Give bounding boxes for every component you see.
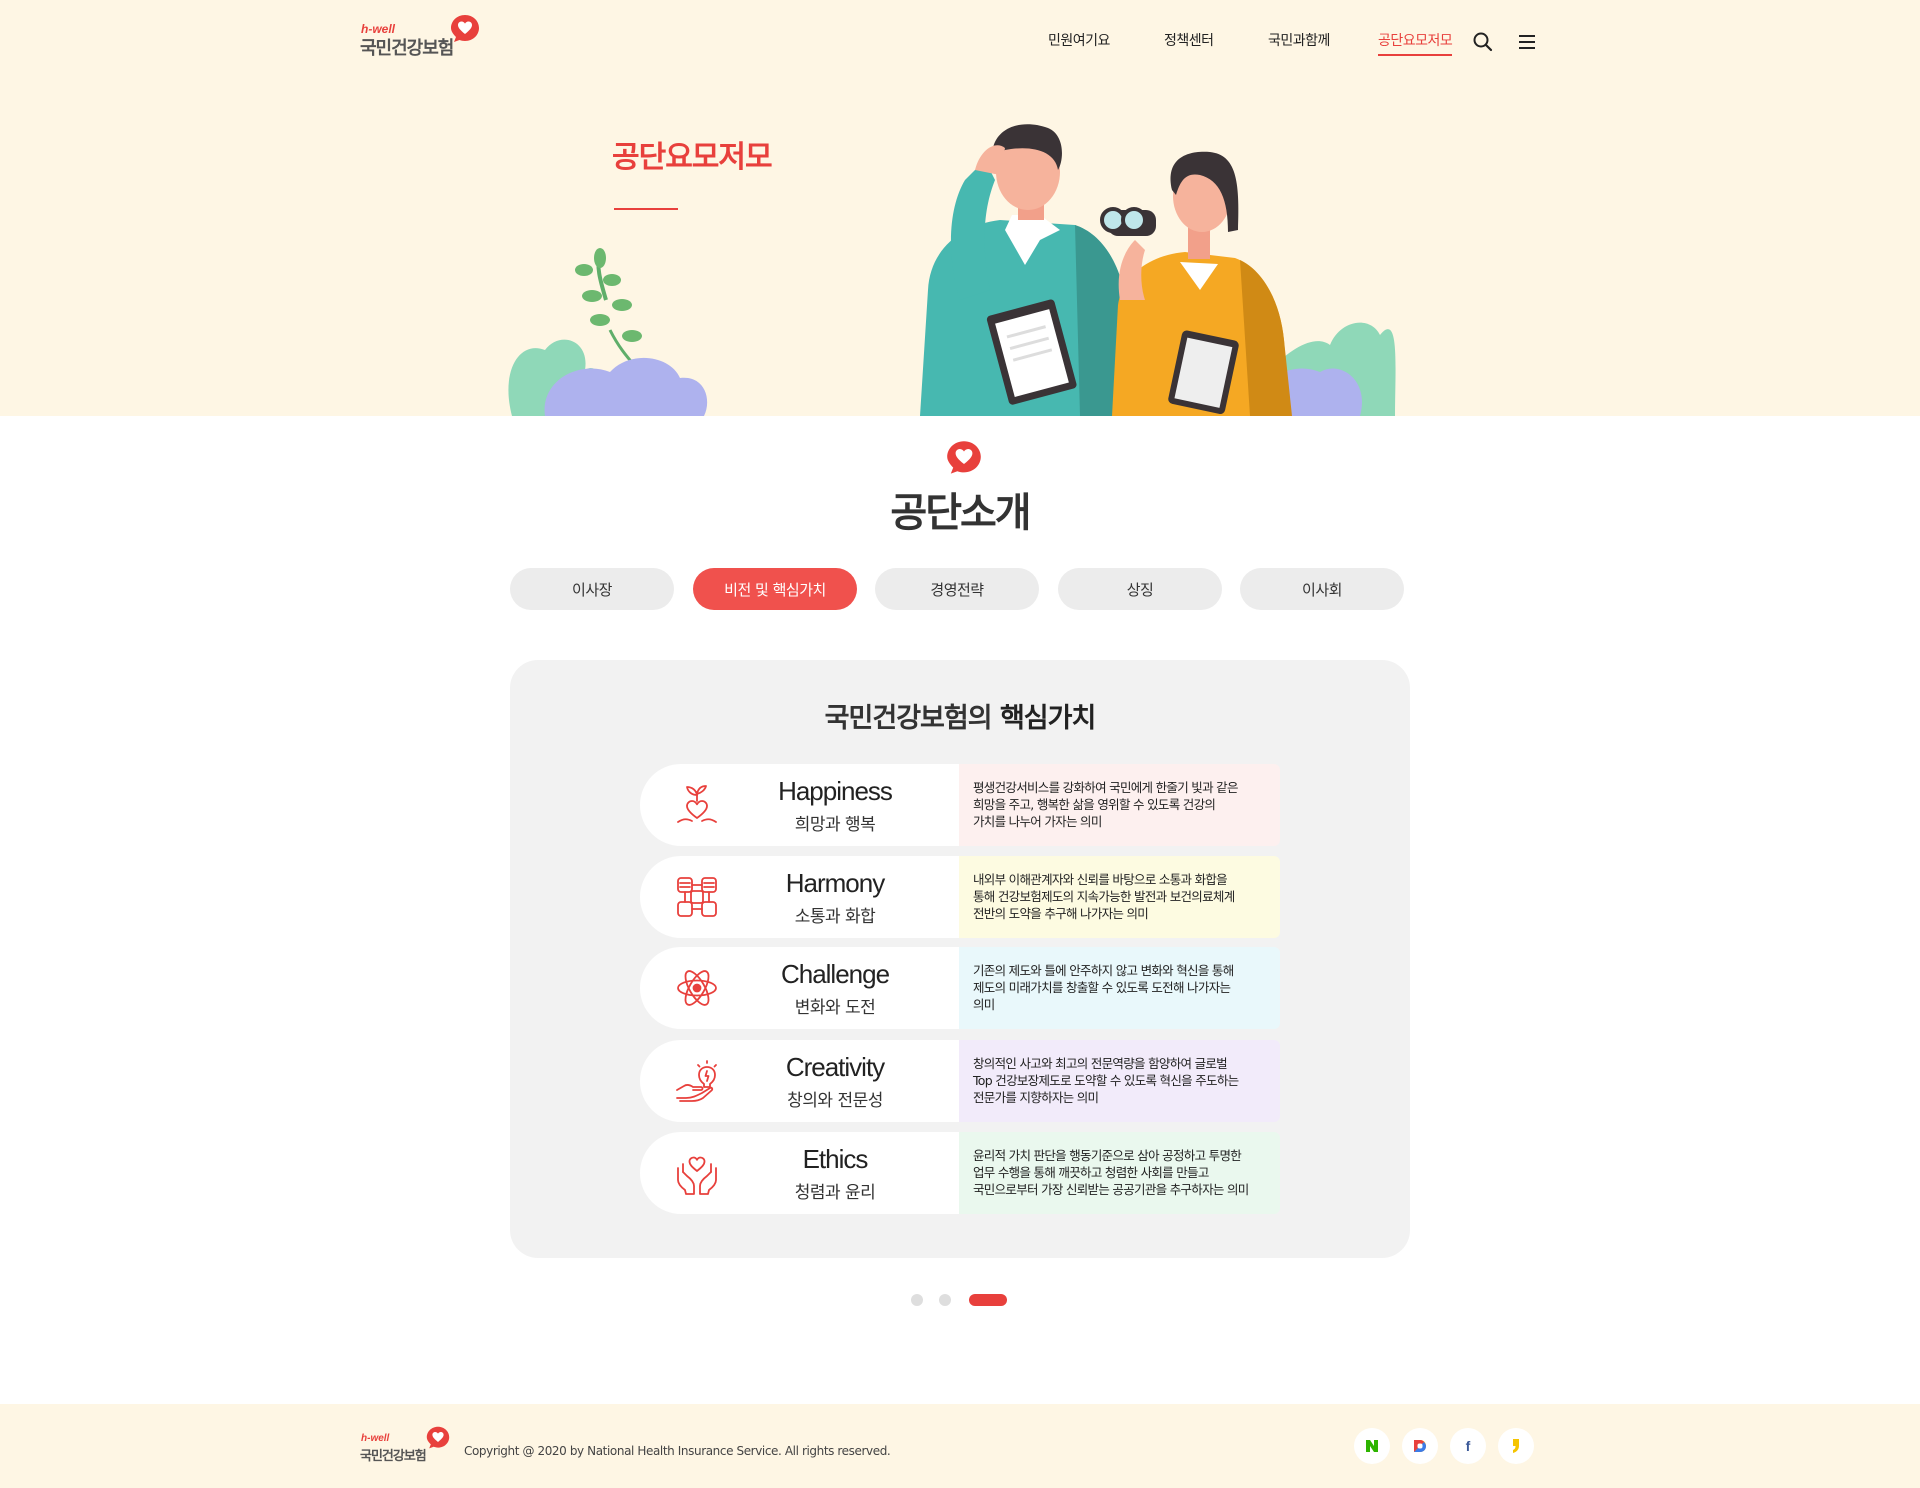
nav-item-nhis-news[interactable]: 공단요모저모 — [1378, 30, 1453, 50]
value-description: 평생건강서비스를 강화하여 국민에게 한줄기 빛과 같은 희망을 주고, 행복한… — [959, 764, 1280, 846]
value-row-challenge: Challenge 변화와 도전 기존의 제도와 틀에 안주하지 않고 변화와 … — [640, 947, 1280, 1029]
value-name-ko: 희망과 행복 — [794, 815, 876, 835]
value-name-ko: 변화와 도전 — [794, 998, 876, 1018]
value-row-harmony: Harmony 소통과 화합 내외부 이해관계자와 신뢰를 바탕으로 소통과 화… — [640, 856, 1280, 938]
card-heading: 국민건강보험의 핵심가치 — [510, 696, 1410, 735]
tab-chairman[interactable]: 이사장 — [510, 568, 674, 610]
hero-banner: h-well 국민건강보험 민원여기요 정책센터 국민과함께 공단요모저모 공단… — [0, 0, 1920, 416]
value-name-en: Creativity — [785, 1052, 885, 1082]
pager-dot-2[interactable] — [939, 1294, 951, 1306]
hero-title: 공단요모저모 — [612, 140, 773, 175]
tab-management-strategy[interactable]: 경영전략 — [875, 568, 1039, 610]
value-name-ko: 창의와 전문성 — [787, 1091, 883, 1111]
menu-icon[interactable] — [1515, 30, 1539, 54]
value-description: 창의적인 사고와 최고의 전문역량을 함양하여 글로벌 Top 건강보장제도로 … — [959, 1040, 1280, 1122]
nav-active-underline — [1378, 54, 1452, 56]
sprout-heart-icon — [677, 785, 717, 823]
hero-title-underline — [614, 208, 678, 210]
joined-hands-icon — [677, 877, 717, 917]
value-label-panel: Challenge 변화와 도전 — [640, 947, 970, 1029]
value-name-ko: 소통과 화합 — [794, 907, 876, 927]
daum-glyph — [1414, 1440, 1426, 1452]
value-label-panel: Harmony 소통과 화합 — [640, 856, 970, 938]
facebook-icon[interactable]: f — [1450, 1428, 1486, 1464]
pager-dot-3[interactable] — [969, 1294, 1007, 1306]
logo-heart-icon — [451, 15, 479, 42]
hands-heart-icon — [677, 1156, 717, 1195]
atom-icon — [677, 970, 717, 1006]
section-title: 공단소개 — [890, 490, 1031, 536]
value-description: 윤리적 가치 판단을 행동기준으로 삼아 공정하고 투명한 업무 수행을 통해 … — [959, 1132, 1280, 1214]
header-logo[interactable]: h-well 국민건강보험 — [360, 14, 482, 59]
kakao-story-icon[interactable] — [1498, 1428, 1534, 1464]
nav-item-civil-service[interactable]: 민원여기요 — [1048, 30, 1110, 50]
nav-item-with-people[interactable]: 국민과함께 — [1268, 30, 1330, 50]
value-label-panel: Happiness 희망과 행복 — [640, 764, 970, 846]
kakao-story-glyph — [1513, 1439, 1519, 1453]
logo-tagline: h-well — [361, 1433, 390, 1444]
tab-board[interactable]: 이사회 — [1240, 568, 1404, 610]
search-icon[interactable] — [1471, 30, 1495, 54]
hand-lightbulb-icon — [676, 1060, 717, 1102]
facebook-glyph: f — [1465, 1438, 1471, 1454]
value-name-ko: 청렴과 윤리 — [794, 1183, 876, 1203]
value-row-creativity: Creativity 창의와 전문성 창의적인 사고와 최고의 전문역량을 함양… — [640, 1040, 1280, 1122]
nav-item-policy-center[interactable]: 정책센터 — [1164, 30, 1214, 50]
footer-logo[interactable]: h-well 국민건강보험 — [360, 1424, 452, 1464]
value-description: 기존의 제도와 틀에 안주하지 않고 변화와 혁신을 통해 제도의 미래가치를 … — [959, 947, 1280, 1029]
value-label-panel: Creativity 창의와 전문성 — [640, 1040, 970, 1122]
core-values-card: 국민건강보험의 핵심가치 Happiness 희망과 행복 평생건강서비스를 강… — [510, 660, 1410, 1258]
naver-glyph — [1366, 1440, 1378, 1452]
logo-wordmark: 국민건강보험 — [360, 38, 454, 59]
card-heading-text: 국민건강보험의 — [824, 703, 1000, 734]
value-name-en: Harmony — [785, 868, 885, 898]
tab-vision-core-values[interactable]: 비전 및 핵심가치 — [693, 568, 857, 610]
site-footer: h-well 국민건강보험 Copyright @ 2020 by Nation… — [0, 1404, 1920, 1488]
value-row-ethics: Ethics 청렴과 윤리 윤리적 가치 판단을 행동기준으로 삼아 공정하고 … — [640, 1132, 1280, 1214]
card-heading-emphasis: 핵심가치 — [999, 703, 1096, 734]
hero-illustration — [508, 124, 1396, 416]
sub-tabs: 이사장 비전 및 핵심가치 경영전략 상징 이사회 — [510, 568, 1410, 610]
value-description: 내외부 이해관계자와 신뢰를 바탕으로 소통과 화합을 통해 건강보험제도의 지… — [959, 856, 1280, 938]
value-name-en: Challenge — [780, 959, 890, 989]
naver-blog-icon[interactable] — [1354, 1428, 1390, 1464]
value-name-en: Happiness — [778, 776, 893, 806]
logo-wordmark: 국민건강보험 — [360, 1449, 427, 1464]
tab-symbol[interactable]: 상징 — [1058, 568, 1222, 610]
section-heart-icon — [947, 441, 981, 474]
value-label-panel: Ethics 청렴과 윤리 — [640, 1132, 970, 1214]
logo-heart-icon — [426, 1426, 450, 1449]
value-row-happiness: Happiness 희망과 행복 평생건강서비스를 강화하여 국민에게 한줄기 … — [640, 764, 1280, 846]
copyright-text: Copyright @ 2020 by National Health Insu… — [464, 1444, 891, 1458]
daum-icon[interactable] — [1402, 1428, 1438, 1464]
pager-dot-1[interactable] — [911, 1294, 923, 1306]
value-name-en: Ethics — [802, 1144, 869, 1174]
